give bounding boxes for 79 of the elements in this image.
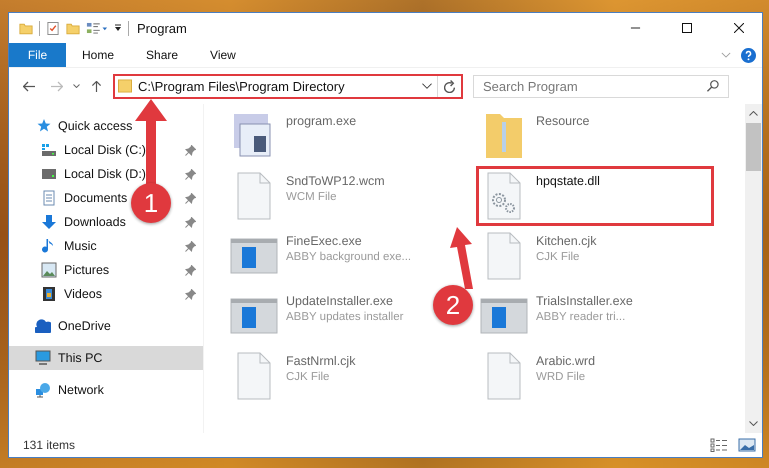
ribbon-tab[interactable]: Home xyxy=(66,43,130,67)
ribbon-tab[interactable]: Share xyxy=(130,43,194,67)
file-item[interactable]: UpdateInstaller.exe ABBY updates installer xyxy=(226,286,408,346)
file-type: ABBY reader tri... xyxy=(536,311,626,323)
nav-item[interactable]: Network xyxy=(35,382,104,398)
nav-item[interactable]: Documents xyxy=(41,190,128,206)
file-type: WCM File xyxy=(286,191,338,203)
file-type: ABBY updates installer xyxy=(286,311,404,323)
item-count: 131 items xyxy=(23,438,76,452)
file-type: ABBY background exe... xyxy=(286,251,412,263)
file-name: Resource xyxy=(536,114,590,128)
minimize-icon xyxy=(630,27,640,29)
file-type: CJK File xyxy=(536,251,580,263)
window-title: Program xyxy=(137,20,187,36)
step-badge: 2 xyxy=(433,285,473,325)
file-item[interactable]: TrialsInstaller.exe ABBY reader tri... xyxy=(476,286,637,346)
address-path: C:\Program Files\Program Directory xyxy=(138,78,346,94)
document-icon xyxy=(41,190,57,206)
back-icon[interactable] xyxy=(23,80,36,92)
file-name: UpdateInstaller.exe xyxy=(286,294,394,308)
recent-locations-icon[interactable] xyxy=(73,84,80,88)
close-icon xyxy=(734,23,744,33)
file-name: Arabic.wrd xyxy=(536,354,596,368)
folder-icon xyxy=(118,79,132,93)
ribbon-tab[interactable]: View xyxy=(194,43,252,67)
details-view-icon[interactable] xyxy=(710,438,728,452)
file-type: CJK File xyxy=(286,371,330,383)
download-icon xyxy=(41,214,57,230)
picture-icon xyxy=(41,262,57,278)
nav-item[interactable]: Local Disk (D:) xyxy=(41,166,146,182)
expand-ribbon-icon[interactable] xyxy=(721,52,731,58)
file-menu-button[interactable]: File xyxy=(9,43,66,67)
scroll-down-icon[interactable] xyxy=(749,421,758,426)
nav-item[interactable]: This PC xyxy=(35,350,102,366)
file-type: WRD File xyxy=(536,371,586,383)
file-item[interactable]: Resource xyxy=(476,106,594,166)
nav-item[interactable]: OneDrive xyxy=(35,318,111,334)
scroll-thumb[interactable] xyxy=(746,123,761,171)
refresh-icon xyxy=(444,80,455,92)
nav-item[interactable]: Local Disk (C:) xyxy=(41,142,146,158)
step-badge: 1 xyxy=(131,183,171,223)
address-bar[interactable]: C:\Program Files\Program Directory xyxy=(113,74,463,98)
nav-item[interactable]: Downloads xyxy=(41,214,126,230)
properties-icon[interactable] xyxy=(46,22,60,34)
file-name: hpqstate.dll xyxy=(536,174,600,188)
file-name: FastNrml.cjk xyxy=(286,354,356,368)
file-name: program.exe xyxy=(286,114,356,128)
file-name: Kitchen.cjk xyxy=(536,234,596,248)
dropdown-icon[interactable] xyxy=(114,24,122,32)
drive-icon xyxy=(41,166,57,182)
monitor-icon xyxy=(35,350,51,366)
nav-item[interactable]: Pictures xyxy=(41,262,110,278)
file-item[interactable]: program.exe xyxy=(226,106,360,166)
file-item[interactable]: FineExec.exe ABBY background exe... xyxy=(226,226,416,286)
dropdown-icon[interactable] xyxy=(422,83,432,89)
drive-icon xyxy=(41,142,57,158)
nav-item[interactable]: Quick access xyxy=(35,118,132,134)
search-field[interactable]: Search Program xyxy=(473,74,729,98)
help-icon[interactable] xyxy=(741,48,756,62)
nav-item[interactable]: Videos xyxy=(41,286,102,302)
scrollbar[interactable] xyxy=(745,104,762,433)
file-item[interactable]: SndToWP12.wcm WCM File xyxy=(226,166,389,226)
scroll-up-icon[interactable] xyxy=(749,111,758,116)
file-item[interactable]: FastNrml.cjk CJK File xyxy=(226,346,360,406)
file-item[interactable]: Arabic.wrd WRD File xyxy=(476,346,600,406)
file-item[interactable]: hpqstate.dll xyxy=(476,166,714,226)
star-icon xyxy=(35,118,51,134)
up-icon[interactable] xyxy=(90,80,103,92)
network-icon xyxy=(35,382,51,398)
large-icons-view-icon[interactable] xyxy=(738,438,756,452)
film-icon xyxy=(41,286,57,302)
file-name: SndToWP12.wcm xyxy=(286,174,385,188)
file-item[interactable]: Kitchen.cjk CJK File xyxy=(476,226,600,286)
file-name: FineExec.exe xyxy=(286,234,363,248)
file-name: TrialsInstaller.exe xyxy=(536,294,633,308)
cloud-icon xyxy=(35,318,51,334)
view-menu-icon[interactable] xyxy=(86,22,108,34)
maximize-icon xyxy=(682,23,692,33)
nav-item[interactable]: Music xyxy=(41,238,97,254)
